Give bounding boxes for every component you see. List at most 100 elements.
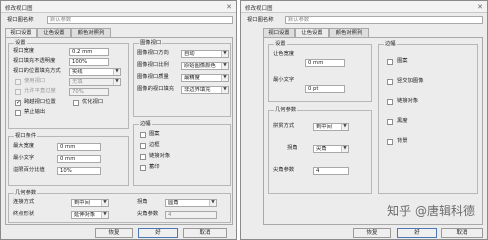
connect-select-value: 到中间 <box>74 200 90 206</box>
margin-overprint-checkbox[interactable] <box>140 165 146 171</box>
left-conditions-group: 视口条件 最大宽度 0 mm 最小文字 0 mm 溢限百分比值 10% <box>8 133 129 186</box>
left-geometry-group: 几何参数 连接方式 到中间 ▼ 拐角 圆角 ▼ 终点形状 延伸对象 ▼ 尖角参数 4 <box>8 190 231 223</box>
left-name-label: 视口图名称 <box>7 17 34 23</box>
right-reset-button[interactable]: 恢复 <box>353 228 391 238</box>
connect-label: 连接方式 <box>13 199 35 205</box>
chevron-down-icon: ▼ <box>101 212 108 218</box>
scale-checkbox[interactable] <box>15 89 21 95</box>
right-geometry-title: 几何参数 <box>274 107 298 114</box>
right-margin-vertical-image-label: 竖交加图像 <box>397 78 424 84</box>
color-width-input[interactable]: 0 mm <box>305 59 345 67</box>
right-settings-group: 设置 让色宽度 0 mm 最小文字 0 pt <box>268 41 372 102</box>
right-corner-select[interactable]: 尖角 ▼ <box>313 145 349 153</box>
right-title-bar: 修改视口图 ✕ <box>241 1 487 13</box>
forbid-output-checkbox[interactable] <box>15 110 21 116</box>
optimize-checkbox[interactable] <box>73 100 79 106</box>
corner-select[interactable]: 圆角 ▼ <box>165 199 217 207</box>
right-margin-pattern-label: 图案 <box>397 58 408 64</box>
chevron-down-icon: ▼ <box>221 75 228 81</box>
dash-checkbox[interactable] <box>15 99 21 106</box>
left-conditions-title: 视口条件 <box>14 133 38 140</box>
margin-link-checkbox[interactable] <box>140 154 146 160</box>
margin-border-label: 边框 <box>149 142 160 148</box>
right-min-text-label: 最小文字 <box>273 77 295 83</box>
chevron-down-icon: ▼ <box>113 69 120 75</box>
overflow-ratio-label: 溢限百分比值 <box>13 167 45 173</box>
direction-select-value: 自动 <box>184 51 195 57</box>
left-margin-title: 边幅 <box>139 121 152 128</box>
dash-label: 跨越视口位置 <box>24 99 56 105</box>
close-icon[interactable]: ✕ <box>226 3 232 11</box>
right-margin-link-checkbox[interactable] <box>387 99 393 105</box>
overflow-ratio-input[interactable]: 10% <box>57 167 101 175</box>
left-reset-button[interactable]: 恢复 <box>95 228 133 238</box>
right-min-text-input[interactable]: 0 pt <box>305 85 345 93</box>
connect-select[interactable]: 到中间 ▼ <box>71 199 109 207</box>
left-window-title: 修改视口图 <box>5 6 33 12</box>
right-margin-pattern-checkbox[interactable] <box>387 59 393 65</box>
right-margin-background-checkbox[interactable] <box>387 139 393 145</box>
chevron-down-icon: ▼ <box>221 51 228 57</box>
endpoint-label: 终点形状 <box>13 211 35 217</box>
margin-pattern-checkbox[interactable] <box>140 132 146 138</box>
endpoint-select[interactable]: 延伸对象 ▼ <box>71 211 109 219</box>
hatch-select[interactable]: 无填 ▼ <box>69 78 121 86</box>
right-margin-title: 边幅 <box>384 41 397 48</box>
quality-select[interactable]: 最精度 ▼ <box>181 74 229 82</box>
corner-select-value: 圆角 <box>168 200 179 206</box>
hatch-checkbox[interactable] <box>15 79 21 85</box>
right-margin-background-label: 背景 <box>397 138 408 144</box>
endpoint-select-value: 延伸对象 <box>74 212 96 218</box>
right-margin-vertical-image-checkbox[interactable] <box>387 79 393 85</box>
chevron-down-icon: ▼ <box>341 124 348 130</box>
left-tab-color-table[interactable]: 颜色对照列 <box>71 28 111 37</box>
method-select[interactable]: 原始图像颜色 ▼ <box>181 62 229 70</box>
miter-input[interactable]: 4 <box>165 211 217 219</box>
right-tab-color-table[interactable]: 颜色对照列 <box>329 28 369 37</box>
opacity-input[interactable]: 100% <box>69 58 109 66</box>
right-miter-label: 尖角参数 <box>273 167 295 173</box>
left-settings-group: 设置 视口宽度 0.2 mm 视口填充不透明度 100% 视口的位置填充方式 实… <box>8 40 129 129</box>
opacity-label: 视口填充不透明度 <box>13 58 56 64</box>
max-width-input[interactable]: 0 mm <box>57 143 101 151</box>
left-cancel-button[interactable]: 取消 <box>183 228 227 238</box>
right-corner-label: 拐角 <box>287 145 298 151</box>
right-tab-viewport-settings[interactable]: 视口设置 <box>263 28 295 37</box>
method-select-value: 原始图像颜色 <box>184 63 216 69</box>
left-dialog: 修改视口图 ✕ 视口图名称 默认参数 视口设置 让色设置 颜色对照列 设置 视口… <box>0 0 237 240</box>
shape-select[interactable]: 实线 ▼ <box>69 68 121 76</box>
fill-label: 图像的视口填充 <box>137 86 175 92</box>
width-input[interactable]: 0.2 mm <box>69 48 109 56</box>
hatch-label: 使用视口 <box>24 78 46 84</box>
right-connect-select-value: 到中间 <box>316 124 332 130</box>
right-window-title: 修改视口图 <box>245 6 273 12</box>
left-name-input[interactable]: 默认参数 <box>47 16 233 24</box>
left-ok-button[interactable]: 好 <box>138 228 178 238</box>
right-margin-black-checkbox[interactable] <box>387 119 393 125</box>
watermark: 知乎 @唐辑科德 <box>387 204 475 218</box>
color-width-label: 让色宽度 <box>273 51 295 57</box>
close-icon[interactable]: ✕ <box>477 3 483 11</box>
scale-input[interactable]: 70% <box>69 88 109 96</box>
chevron-down-icon: ▼ <box>341 146 348 152</box>
right-cancel-button[interactable]: 取消 <box>441 228 483 238</box>
margin-link-label: 链接对象 <box>149 153 171 159</box>
right-name-label: 视口图名称 <box>247 17 274 23</box>
right-settings-title: 设置 <box>274 41 287 48</box>
corner-label: 拐角 <box>137 199 148 205</box>
right-geometry-group: 几何参数 拼贯方式 到中间 ▼ 拐角 尖角 ▼ 尖角参数 4 <box>268 107 372 194</box>
right-miter-input[interactable]: 4 <box>313 167 349 175</box>
left-tab-color-settings[interactable]: 让色设置 <box>37 28 71 37</box>
chevron-down-icon: ▼ <box>113 79 120 85</box>
direction-select[interactable]: 自动 ▼ <box>181 50 229 58</box>
right-name-input[interactable]: 默认参数 <box>285 16 483 24</box>
min-text-input[interactable]: 0 mm <box>57 155 101 163</box>
direction-label: 图像视口方向 <box>137 50 169 56</box>
chevron-down-icon: ▼ <box>221 63 228 69</box>
right-margin-group: 边幅 图案 竖交加图像 链接对象 黑度 背景 <box>378 41 478 194</box>
right-ok-button[interactable]: 好 <box>397 228 437 238</box>
chevron-down-icon: ▼ <box>209 200 216 206</box>
fill-select[interactable]: 非边界填充 ▼ <box>181 86 229 94</box>
right-connect-select[interactable]: 到中间 ▼ <box>313 123 349 131</box>
margin-border-checkbox[interactable] <box>140 143 146 149</box>
